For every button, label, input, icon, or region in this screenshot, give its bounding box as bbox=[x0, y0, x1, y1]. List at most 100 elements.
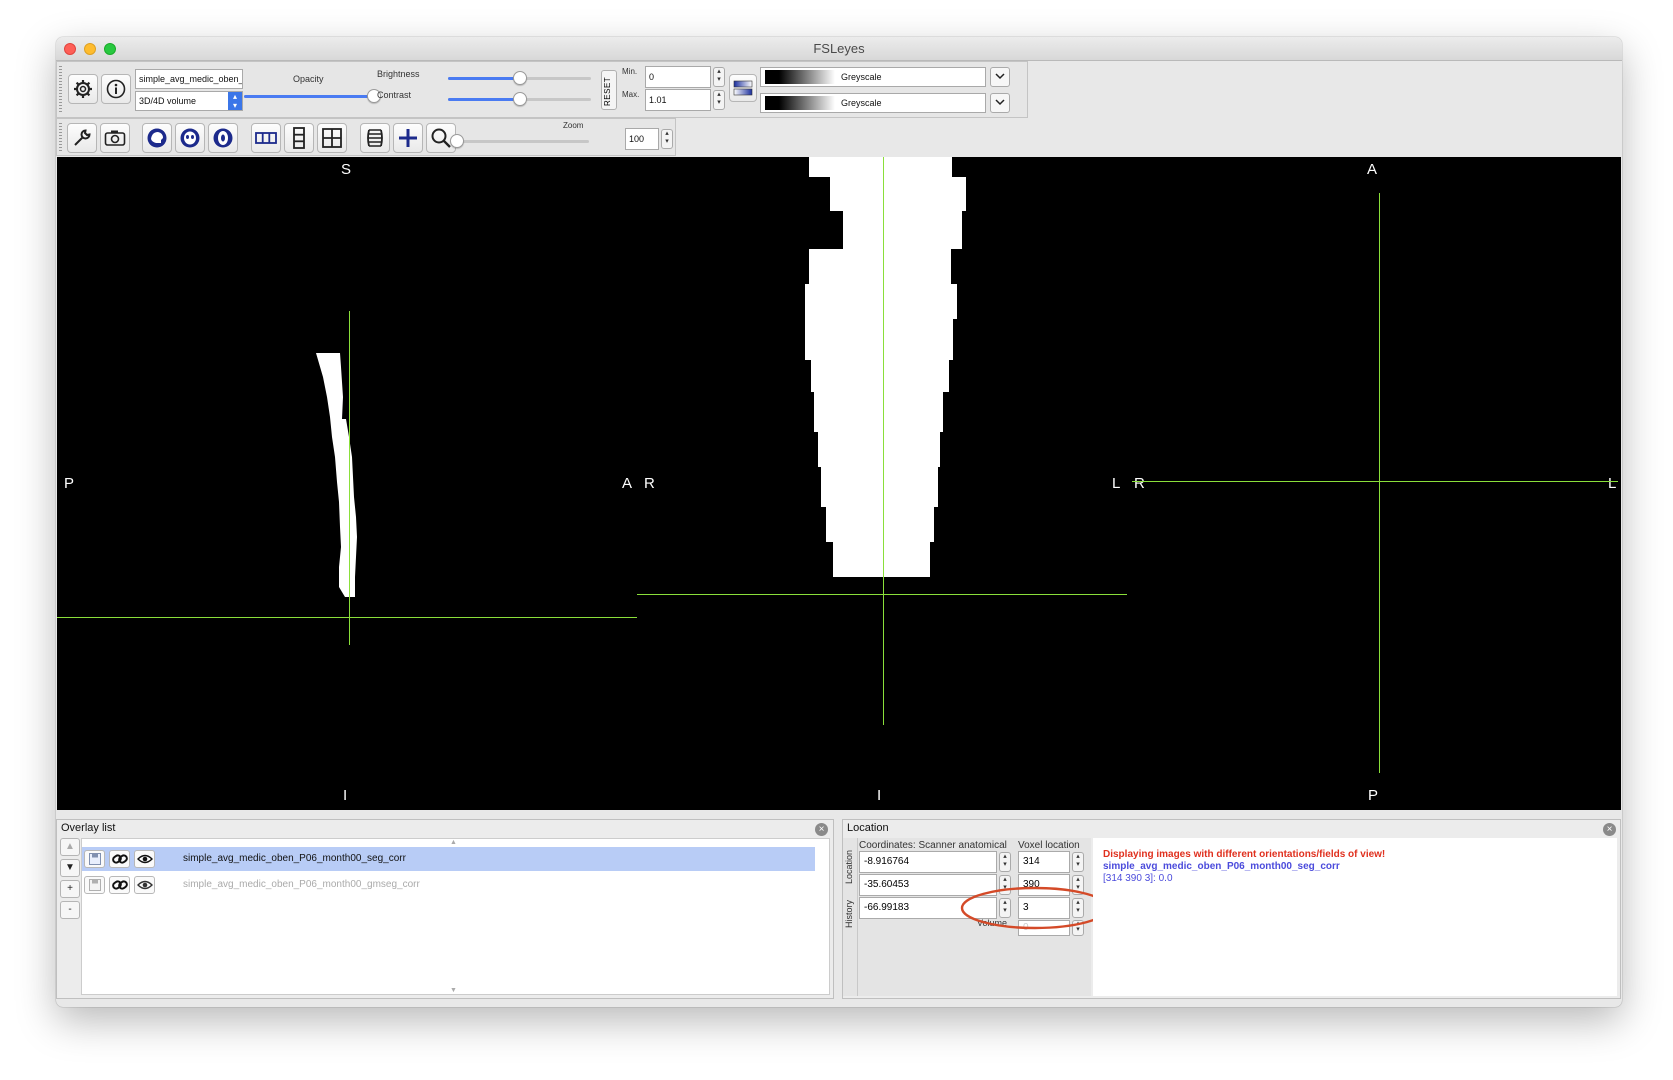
layout-vertical-icon bbox=[293, 127, 305, 149]
layout-horizontal-button[interactable] bbox=[251, 123, 281, 153]
remove-overlay-button[interactable]: - bbox=[60, 901, 80, 919]
colormap-select-negative[interactable]: Greyscale bbox=[760, 93, 986, 113]
scroll-up-arrow[interactable]: ▲ bbox=[450, 839, 457, 846]
link-overlay-button[interactable] bbox=[109, 876, 130, 894]
toolbar-grip[interactable] bbox=[59, 123, 62, 151]
toggle-axial-button[interactable] bbox=[208, 123, 238, 153]
sagittal-view[interactable]: S P A I bbox=[57, 157, 637, 810]
gear-icon bbox=[74, 80, 92, 98]
axial-bottom-label: P bbox=[1368, 787, 1379, 804]
min-label: Min. bbox=[622, 67, 638, 76]
min-value-stepper[interactable]: ▴ ▾ bbox=[713, 67, 725, 87]
colormap-primary-name: Greyscale bbox=[841, 72, 882, 82]
save-overlay-button[interactable] bbox=[84, 876, 105, 894]
toolbar-grip[interactable] bbox=[59, 66, 62, 113]
wrench-icon bbox=[74, 129, 91, 146]
save-overlay-button[interactable] bbox=[84, 850, 105, 868]
contrast-slider[interactable] bbox=[448, 92, 591, 106]
info-icon bbox=[106, 79, 126, 99]
toggle-cursor-button[interactable] bbox=[393, 123, 423, 153]
maximize-window-button[interactable] bbox=[104, 43, 116, 55]
toggle-visibility-button[interactable] bbox=[134, 876, 155, 894]
toggle-coronal-button[interactable] bbox=[175, 123, 205, 153]
overlay-list-item[interactable]: simple_avg_medic_oben_P06_month00_gmseg_… bbox=[82, 873, 815, 897]
colormap-primary-dropdown[interactable] bbox=[990, 67, 1010, 87]
coordinate-x-stepper[interactable]: ▴ ▾ bbox=[999, 852, 1011, 872]
location-panel: Location × Location History Coordinates:… bbox=[842, 819, 1621, 999]
chevron-down-icon bbox=[995, 73, 1005, 80]
opacity-label: Opacity bbox=[293, 74, 324, 84]
brightness-slider[interactable] bbox=[448, 71, 591, 85]
reset-label: RESET bbox=[603, 76, 612, 106]
location-tab[interactable]: Location bbox=[844, 850, 854, 884]
overlay-list-item[interactable]: simple_avg_medic_oben_P06_month00_seg_co… bbox=[82, 847, 815, 871]
voxel-x-field[interactable]: 314 bbox=[1018, 851, 1070, 873]
history-tab[interactable]: History bbox=[844, 900, 854, 928]
contrast-label: Contrast bbox=[377, 90, 412, 100]
screenshot-button[interactable] bbox=[100, 123, 130, 153]
window-title: FSLeyes bbox=[813, 41, 865, 56]
opacity-slider-fill bbox=[244, 95, 374, 98]
contrast-slider-handle[interactable] bbox=[513, 92, 527, 106]
contrast-slider-fill bbox=[448, 98, 520, 101]
overlay-info-button[interactable] bbox=[101, 74, 131, 104]
min-value-field[interactable]: 0 bbox=[645, 66, 711, 88]
axial-view[interactable]: A R L P bbox=[1127, 157, 1621, 810]
camera-icon bbox=[104, 130, 126, 146]
ortho-toolbar: Zoom 100 ▴ ▾ bbox=[56, 118, 676, 156]
brightness-slider-handle[interactable] bbox=[513, 71, 527, 85]
close-window-button[interactable] bbox=[64, 43, 76, 55]
axial-crosshair-horizontal bbox=[1132, 481, 1618, 482]
coronal-head-icon bbox=[180, 128, 200, 148]
voxel-x-stepper[interactable]: ▴ ▾ bbox=[1072, 852, 1084, 872]
layout-grid-button[interactable] bbox=[317, 123, 347, 153]
film-strip-icon bbox=[367, 129, 383, 147]
max-value-stepper[interactable]: ▴ ▾ bbox=[713, 90, 725, 110]
scroll-down-arrow[interactable]: ▼ bbox=[450, 987, 457, 994]
zoom-value-stepper[interactable]: ▴ ▾ bbox=[661, 129, 673, 149]
info-voxel-value: [314 390 3]: 0.0 bbox=[1103, 873, 1173, 884]
close-location-panel-button[interactable]: × bbox=[1603, 823, 1616, 836]
link-chain-icon bbox=[111, 854, 128, 864]
colormap-select-primary[interactable]: Greyscale bbox=[760, 67, 986, 87]
display-settings-button[interactable] bbox=[68, 74, 98, 104]
coronal-view[interactable]: R L I bbox=[637, 157, 1127, 810]
coordinate-x-field[interactable]: -8.916764 bbox=[859, 851, 997, 873]
toggle-sagittal-button[interactable] bbox=[142, 123, 172, 153]
overlay-type-select[interactable]: 3D/4D volume ▴ ▾ bbox=[135, 91, 243, 111]
add-overlay-button[interactable]: + bbox=[60, 880, 80, 898]
overlay-list-title: Overlay list bbox=[61, 822, 116, 834]
coordinates-header: Coordinates: Scanner anatomical bbox=[859, 840, 1007, 851]
layout-vertical-button[interactable] bbox=[284, 123, 314, 153]
eye-icon bbox=[136, 854, 153, 864]
move-overlay-down-button[interactable]: ▼ bbox=[60, 859, 80, 877]
zoom-label: Zoom bbox=[563, 121, 584, 130]
opacity-slider[interactable] bbox=[244, 89, 381, 103]
axial-crosshair-vertical bbox=[1379, 193, 1380, 773]
close-overlay-list-button[interactable]: × bbox=[815, 823, 828, 836]
coronal-segmentation-mask bbox=[805, 157, 966, 577]
link-chain-icon bbox=[111, 880, 128, 890]
chevron-down-icon bbox=[995, 99, 1005, 106]
colormap-negative-name: Greyscale bbox=[841, 98, 882, 108]
toggle-movie-mode-button[interactable] bbox=[360, 123, 390, 153]
ortho-view-canvas[interactable]: S P A I R L I A R L P bbox=[57, 157, 1621, 810]
sagittal-segmentation-mask bbox=[316, 353, 357, 597]
invert-colormap-button[interactable] bbox=[729, 74, 757, 102]
colormap-negative-dropdown[interactable] bbox=[990, 93, 1010, 113]
colorbar-icon bbox=[733, 80, 753, 96]
reset-button[interactable]: RESET bbox=[601, 70, 617, 110]
toggle-visibility-button[interactable] bbox=[134, 850, 155, 868]
zoom-slider-handle[interactable] bbox=[450, 134, 464, 148]
zoom-slider[interactable] bbox=[450, 134, 589, 148]
view-settings-button[interactable] bbox=[67, 123, 97, 153]
minimize-window-button[interactable] bbox=[84, 43, 96, 55]
overlay-name-field[interactable]: simple_avg_medic_oben_P0 bbox=[135, 69, 243, 89]
max-value-field[interactable]: 1.01 bbox=[645, 89, 711, 111]
overlay-list-panel: Overlay list × ▲ ▼ + - ▲ ▼ simple_avg_me… bbox=[56, 819, 834, 999]
move-overlay-up-button[interactable]: ▲ bbox=[60, 838, 80, 856]
link-overlay-button[interactable] bbox=[109, 850, 130, 868]
zoom-value-field[interactable]: 100 bbox=[625, 128, 659, 150]
overlay-type-value: 3D/4D volume bbox=[139, 96, 197, 106]
sagittal-head-icon bbox=[147, 128, 167, 148]
